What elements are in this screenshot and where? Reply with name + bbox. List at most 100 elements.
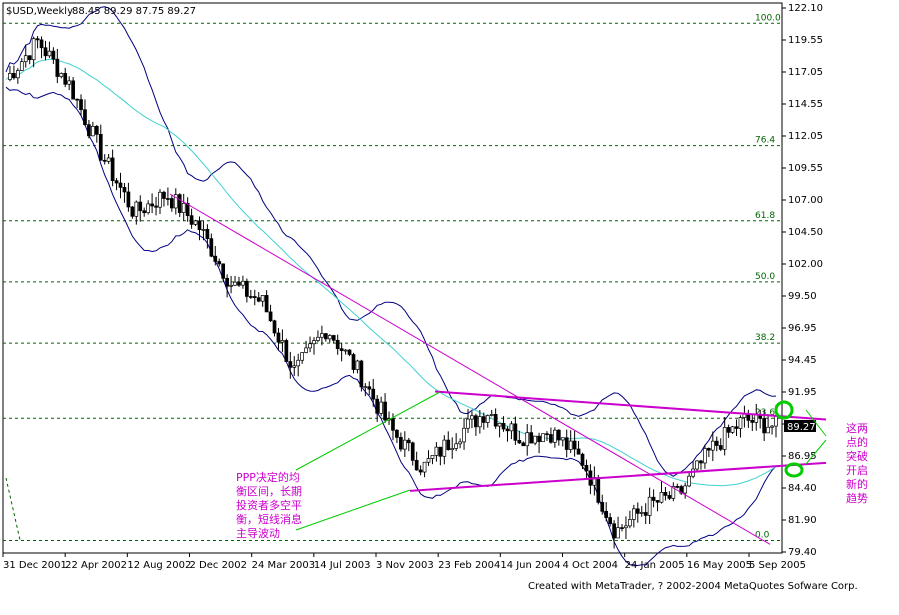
- candle-body: [355, 360, 360, 370]
- candle-body: [438, 446, 443, 457]
- candle-body: [584, 465, 589, 472]
- right-annotation: 这两 点的 突破 开启 新的 趋势: [846, 421, 868, 505]
- candle-body: [23, 55, 28, 63]
- candle-body: [118, 182, 123, 188]
- y-tick-label: 114.55: [788, 99, 823, 110]
- x-tick-label: 22 Apr 2002: [65, 560, 127, 571]
- candle-body: [75, 98, 79, 101]
- x-tick-label: 5 Sep 2005: [749, 560, 806, 571]
- x-tick-label: 2 Dec 2002: [190, 560, 248, 571]
- candle-body: [703, 448, 707, 464]
- candle-body: [628, 519, 632, 527]
- candle-body: [639, 512, 644, 514]
- candle-body: [245, 280, 249, 297]
- candle-body: [154, 205, 158, 208]
- candle-body: [209, 238, 214, 257]
- candle-body: [766, 426, 770, 434]
- candle-body: [63, 73, 68, 85]
- current-price-label: 89.27: [787, 422, 816, 433]
- candle-body: [59, 73, 64, 77]
- candle-body: [276, 332, 281, 343]
- x-tick-label: 24 Jan 2005: [625, 560, 685, 571]
- candle-body: [395, 429, 399, 438]
- candle-body: [414, 460, 419, 471]
- y-tick-label: 122.10: [788, 3, 823, 14]
- candle-body: [695, 460, 699, 470]
- candle-body: [556, 429, 561, 441]
- candle-body: [683, 485, 688, 494]
- candle-body: [470, 415, 474, 420]
- y-tick-label: 109.55: [788, 163, 823, 174]
- candle-body: [79, 99, 83, 111]
- candle-body: [497, 422, 502, 427]
- fib-level-label: 38.2: [755, 333, 775, 343]
- candle-body: [55, 58, 60, 77]
- candle-body: [616, 527, 620, 539]
- candle-body: [553, 429, 557, 443]
- candle-body: [122, 187, 127, 193]
- candle-body: [162, 191, 166, 199]
- candle-body: [268, 311, 273, 322]
- candle-body: [359, 360, 364, 388]
- candle-body: [537, 435, 541, 443]
- candle-body: [418, 469, 423, 473]
- candle-body: [718, 445, 723, 450]
- candle-body: [15, 70, 20, 79]
- candle-body: [272, 320, 277, 334]
- y-tick-label: 117.05: [788, 67, 823, 78]
- candle-body: [399, 437, 403, 450]
- candle-body: [213, 255, 218, 262]
- candle-body: [714, 440, 719, 446]
- candle-body: [580, 453, 585, 466]
- candle-body: [288, 361, 293, 368]
- y-tick-label: 107.00: [788, 195, 823, 206]
- candle-body: [612, 523, 616, 539]
- candle-body: [620, 527, 624, 529]
- chart-title: $USD,Weekly: [6, 6, 73, 17]
- candle-body: [316, 336, 320, 341]
- candle-body: [734, 426, 739, 429]
- candle-body: [252, 296, 257, 299]
- candle-body: [596, 477, 601, 503]
- candle-body: [541, 433, 545, 443]
- candle-body: [647, 496, 652, 516]
- candle-body: [347, 349, 352, 355]
- candle-body: [327, 335, 332, 340]
- candle-body: [331, 335, 336, 341]
- right-note-line-3: 突破: [846, 449, 868, 463]
- candle-body: [655, 500, 660, 503]
- candle-body: [343, 349, 348, 352]
- candle-body: [43, 47, 48, 57]
- candle-body: [458, 441, 462, 445]
- candle-body: [98, 133, 103, 161]
- candle-body: [138, 201, 143, 212]
- candle-body: [450, 448, 455, 451]
- candle-body: [256, 297, 261, 302]
- candle-body: [651, 496, 656, 501]
- candle-body: [517, 439, 522, 444]
- candle-body: [462, 427, 466, 443]
- candle-body: [248, 296, 253, 298]
- candle-body: [158, 191, 162, 208]
- candle-body: [564, 437, 569, 450]
- candle-body: [604, 510, 609, 518]
- x-tick-label: 31 Dec 2001: [3, 560, 67, 571]
- candle-body: [217, 261, 222, 265]
- candle-body: [699, 460, 703, 464]
- left-note-line-4: 衡，短线消息: [236, 512, 302, 526]
- candle-body: [91, 126, 95, 137]
- candle-body: [177, 194, 182, 213]
- x-tick-label: 3 Nov 2003: [376, 560, 434, 571]
- left-note-line-1: PPP决定的均: [236, 470, 300, 484]
- candle-body: [600, 502, 605, 512]
- candle-body: [114, 180, 119, 184]
- candle-body: [312, 340, 316, 345]
- candle-body: [35, 38, 40, 41]
- candle-body: [774, 415, 778, 427]
- candle-body: [31, 38, 36, 61]
- candle-body: [150, 203, 154, 207]
- candle-body: [513, 423, 518, 441]
- fib-level-label: 100.0: [755, 13, 781, 23]
- candle-body: [477, 416, 482, 428]
- candle-body: [323, 333, 328, 340]
